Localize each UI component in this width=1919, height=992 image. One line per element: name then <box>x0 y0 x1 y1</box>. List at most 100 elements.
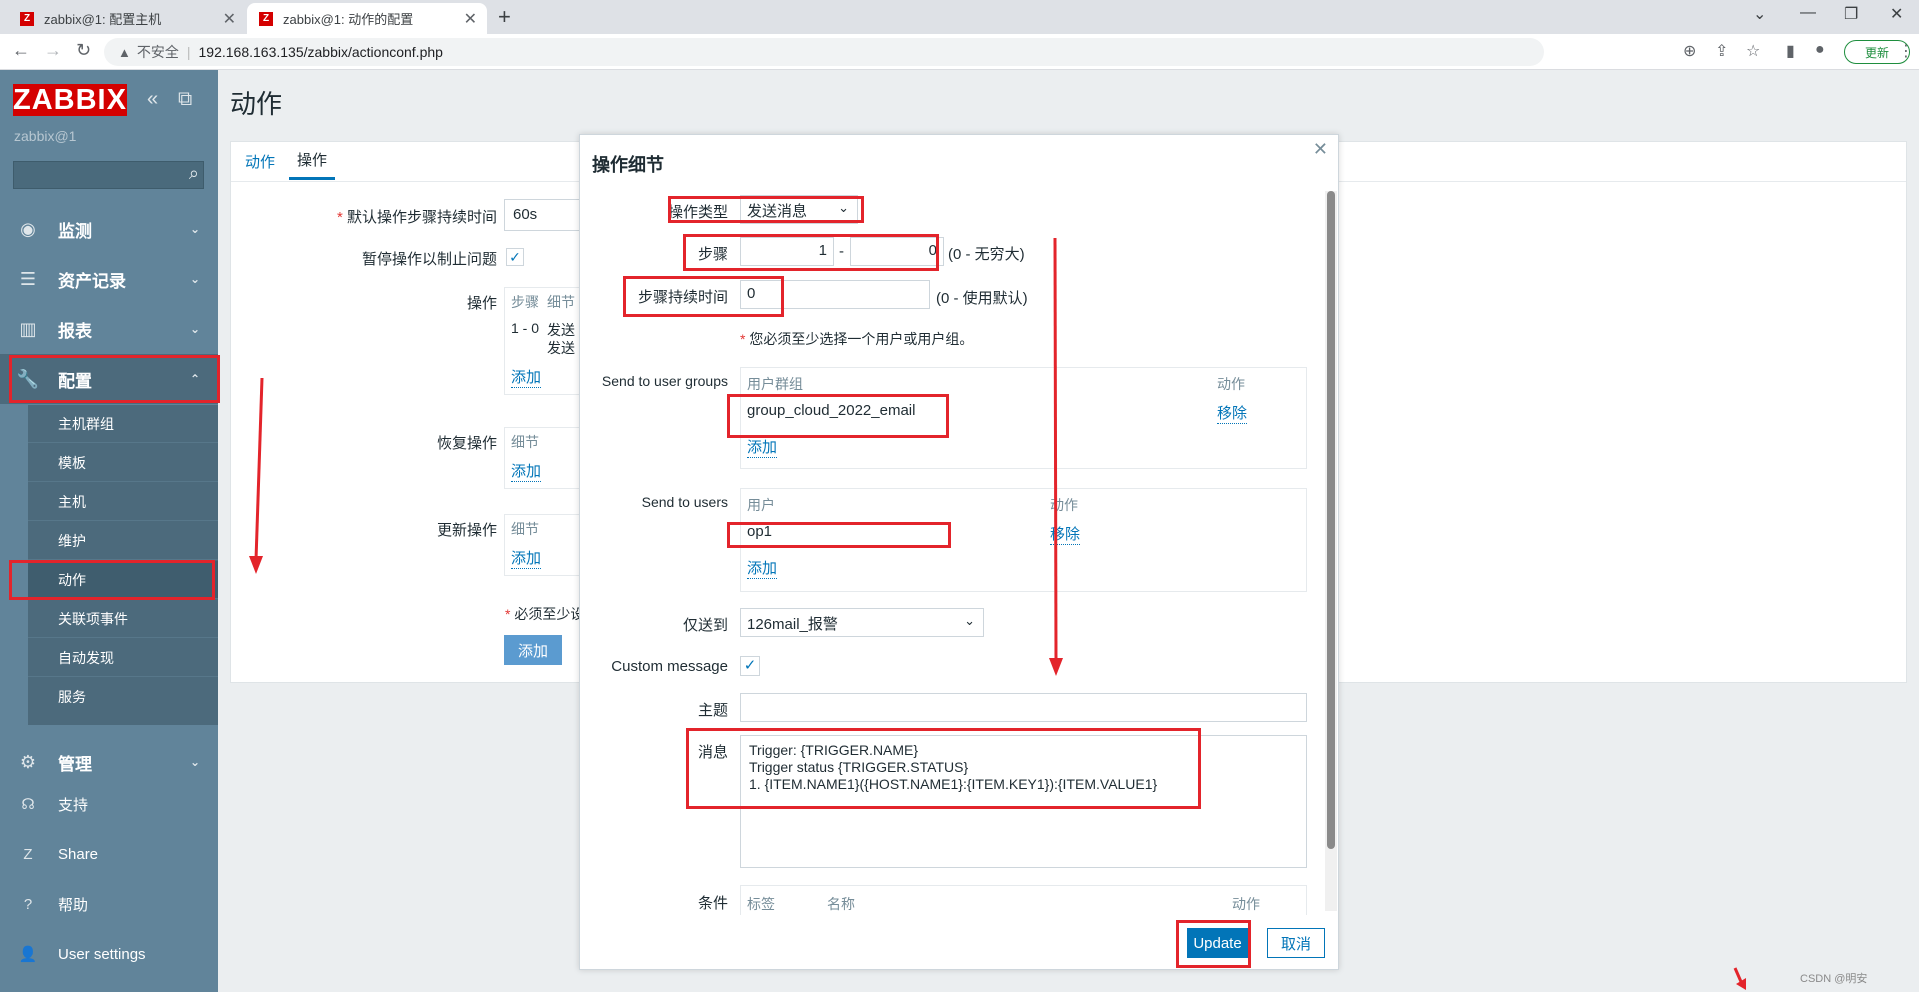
back-icon[interactable]: ← <box>12 40 30 61</box>
footer-help[interactable]: ? 帮助 <box>0 884 218 924</box>
send-only-to-select[interactable]: 126mail_报警 ⌄ <box>740 608 984 637</box>
zabbix-logo[interactable]: ZABBIX <box>13 84 127 116</box>
forward-icon[interactable]: → <box>44 40 62 61</box>
update-ops-table: 细节 添加 <box>504 514 584 576</box>
submenu-hosts[interactable]: 主机 <box>28 483 218 521</box>
footer-support[interactable]: ☊ 支持 <box>0 784 218 824</box>
footer-label: 帮助 <box>58 896 89 914</box>
bookmark-star-icon[interactable]: ☆ <box>1746 41 1760 61</box>
zabbix-favicon-icon: Z <box>259 11 273 26</box>
close-window-icon[interactable]: ✕ <box>1890 4 1903 24</box>
pause-checkbox[interactable]: ✓ <box>506 248 524 266</box>
step-duration-input[interactable]: 0 <box>740 280 930 309</box>
dialog-title: 操作细节 <box>592 155 664 175</box>
zoom-icon[interactable]: ⊕ <box>1683 41 1696 61</box>
required-star: * <box>336 209 347 226</box>
default-step-duration-input[interactable]: 60s <box>504 199 584 231</box>
operation-type-select[interactable]: 发送消息 ⌄ <box>740 195 858 224</box>
close-icon[interactable]: ✕ <box>1313 139 1328 160</box>
user-group-name: group_cloud_2022_email <box>747 402 916 419</box>
submenu-actions[interactable]: 动作 <box>28 561 218 599</box>
menu-label: 报表 <box>58 321 92 341</box>
page-add-button[interactable]: 添加 <box>504 635 562 665</box>
users-action-header: 动作 <box>1050 497 1078 513</box>
menu-inventory[interactable]: ☰ 资产记录 ⌄ <box>0 254 218 304</box>
tab-search-icon[interactable]: ⌄ <box>1753 4 1766 24</box>
step-from-input[interactable]: 1 <box>740 237 834 266</box>
browser-menu-icon[interactable]: ⋮ <box>1898 41 1914 61</box>
z-icon: Z <box>23 845 33 863</box>
chevron-up-icon: ⌃ <box>189 372 200 386</box>
remove-user-group-link[interactable]: 移除 <box>1217 402 1248 424</box>
minimize-icon[interactable]: — <box>1800 4 1816 22</box>
submenu-services[interactable]: 服务 <box>28 678 218 716</box>
footer-share[interactable]: Z Share <box>0 834 218 874</box>
profile-avatar-icon[interactable]: ● <box>1815 41 1825 59</box>
restore-icon[interactable]: ❐ <box>1844 4 1858 24</box>
watermark: CSDN @明安 <box>1800 973 1868 985</box>
required-star: * <box>740 331 750 347</box>
tab-operations[interactable]: 操作 <box>289 142 336 180</box>
url-separator: | <box>186 44 191 60</box>
close-tab-icon[interactable]: ✕ <box>223 9 236 29</box>
address-bar[interactable]: ▲ 不安全 | 192.168.163.135/zabbix/actioncon… <box>104 38 1544 66</box>
update-ops-label: 更新操作 <box>436 522 497 539</box>
send-only-to-label: 仅送到 <box>682 617 728 634</box>
kiosk-mode-icon[interactable]: ⧉ <box>178 88 192 111</box>
message-textarea[interactable]: Trigger: {TRIGGER.NAME} Trigger status {… <box>740 735 1307 868</box>
step-to-input[interactable]: 0 <box>850 237 944 266</box>
collapse-sidebar-icon[interactable]: « <box>147 88 158 111</box>
browser-tab-1[interactable]: Z zabbix@1: 配置主机 ✕ <box>8 3 246 34</box>
scrollbar-thumb[interactable] <box>1327 191 1335 849</box>
custom-message-checkbox[interactable]: ✓ <box>740 656 760 676</box>
ops-row-steps: 1 - 0 <box>511 320 540 336</box>
submenu-templates[interactable]: 模板 <box>28 444 218 482</box>
menu-administration[interactable]: ⚙ 管理 ⌄ <box>0 737 218 787</box>
sidepanel-icon[interactable]: ▮ <box>1786 41 1795 61</box>
menu-configuration[interactable]: 🔧 配置 ⌃ <box>0 354 218 404</box>
operation-type-label: 操作类型 <box>667 204 728 221</box>
submenu-maintenance[interactable]: 维护 <box>28 522 218 560</box>
recovery-add-link[interactable]: 添加 <box>511 460 542 482</box>
dialog-scrollbar[interactable] <box>1325 191 1337 911</box>
reload-icon[interactable]: ↻ <box>76 40 91 61</box>
question-icon: ? <box>23 895 33 913</box>
cancel-button[interactable]: 取消 <box>1267 928 1325 958</box>
footer-label: 支持 <box>58 796 89 814</box>
new-tab-button[interactable]: + <box>498 4 511 30</box>
browser-toolbar: ← → ↻ ▲ 不安全 | 192.168.163.135/zabbix/act… <box>0 34 1919 70</box>
browser-tab-2[interactable]: Z zabbix@1: 动作的配置 ✕ <box>247 3 487 34</box>
user-name: op1 <box>747 523 773 540</box>
tab-title: zabbix@1: 动作的配置 <box>283 12 414 27</box>
send-only-to-value: 126mail_报警 <box>747 616 838 633</box>
ops-add-link[interactable]: 添加 <box>511 366 542 388</box>
sidebar-search-input[interactable]: ⌕ <box>13 161 204 189</box>
share-icon[interactable]: ⇪ <box>1715 41 1728 61</box>
submenu-host-groups[interactable]: 主机群组 <box>28 405 218 443</box>
remove-user-link[interactable]: 移除 <box>1050 523 1081 545</box>
default-step-duration-text: 默认操作步骤持续时间 <box>346 209 497 226</box>
add-user-link[interactable]: 添加 <box>747 557 778 579</box>
tab-action[interactable]: 动作 <box>245 142 275 180</box>
conditions-col-action: 动作 <box>1232 896 1260 912</box>
update-button[interactable]: Update <box>1187 928 1248 958</box>
chevron-down-icon: ⌄ <box>189 755 200 769</box>
update-add-link[interactable]: 添加 <box>511 547 542 569</box>
headset-icon: ☊ <box>21 796 35 813</box>
ops-row-detail: 发送 <box>547 340 575 356</box>
submenu-discovery[interactable]: 自动发现 <box>28 639 218 677</box>
wrench-icon: 🔧 <box>16 368 40 389</box>
step-duration-hint: (0 - 使用默认) <box>936 290 1028 307</box>
footer-user-settings[interactable]: 👤 User settings <box>0 934 218 974</box>
subject-input[interactable] <box>740 693 1307 722</box>
menu-reports[interactable]: ▥ 报表 ⌄ <box>0 304 218 354</box>
add-user-group-link[interactable]: 添加 <box>747 436 778 458</box>
zabbix-favicon-icon: Z <box>20 11 34 26</box>
menu-monitoring[interactable]: ◉ 监测 ⌄ <box>0 204 218 254</box>
message-label: 消息 <box>697 744 728 761</box>
chevron-down-icon: ⌄ <box>838 200 849 215</box>
search-icon[interactable]: ⌕ <box>189 163 199 184</box>
close-tab-icon[interactable]: ✕ <box>464 9 477 29</box>
conditions-col-name: 名称 <box>827 896 855 912</box>
submenu-event-correlation[interactable]: 关联项事件 <box>28 600 218 638</box>
